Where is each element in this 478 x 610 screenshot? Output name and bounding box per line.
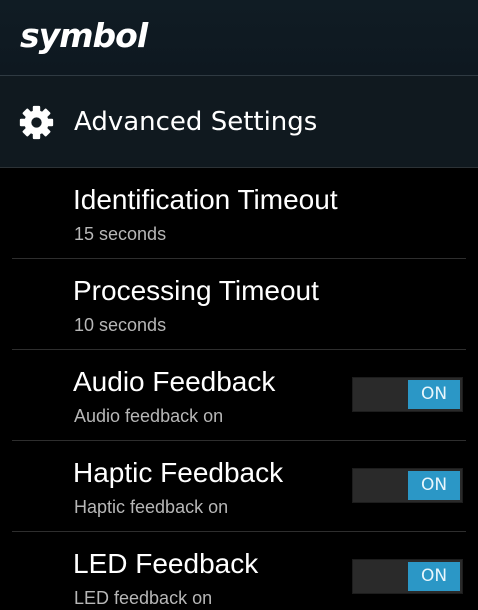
setting-led-feedback[interactable]: LED Feedback LED feedback on ON [0, 532, 478, 610]
setting-summary: LED feedback on [74, 588, 213, 608]
gear-icon [19, 105, 54, 140]
screen: symbol Advanced Settings Identification … [0, 0, 478, 610]
setting-summary: 10 seconds [74, 315, 167, 335]
setting-title: Identification Timeout [73, 184, 338, 215]
brand-bar: symbol [0, 0, 478, 76]
setting-title: Haptic Feedback [73, 457, 284, 488]
led-feedback-toggle[interactable]: ON [352, 559, 463, 594]
setting-audio-feedback[interactable]: Audio Feedback Audio feedback on ON [0, 350, 478, 441]
page-title: Advanced Settings [74, 107, 318, 137]
action-bar: Advanced Settings [0, 76, 478, 168]
setting-summary: 15 seconds [74, 224, 167, 244]
setting-title: LED Feedback [73, 548, 259, 579]
symbol-logo: symbol [20, 16, 148, 55]
audio-feedback-toggle[interactable]: ON [352, 377, 463, 412]
setting-title: Processing Timeout [73, 275, 319, 306]
setting-summary: Audio feedback on [74, 406, 224, 426]
setting-identification-timeout[interactable]: Identification Timeout 15 seconds [0, 168, 478, 259]
setting-processing-timeout[interactable]: Processing Timeout 10 seconds [0, 259, 478, 350]
setting-summary: Haptic feedback on [74, 497, 229, 517]
setting-title: Audio Feedback [73, 366, 276, 397]
setting-haptic-feedback[interactable]: Haptic Feedback Haptic feedback on ON [0, 441, 478, 532]
toggle-on-label: ON [408, 380, 460, 409]
toggle-on-label: ON [408, 471, 460, 500]
toggle-on-label: ON [408, 562, 460, 591]
haptic-feedback-toggle[interactable]: ON [352, 468, 463, 503]
